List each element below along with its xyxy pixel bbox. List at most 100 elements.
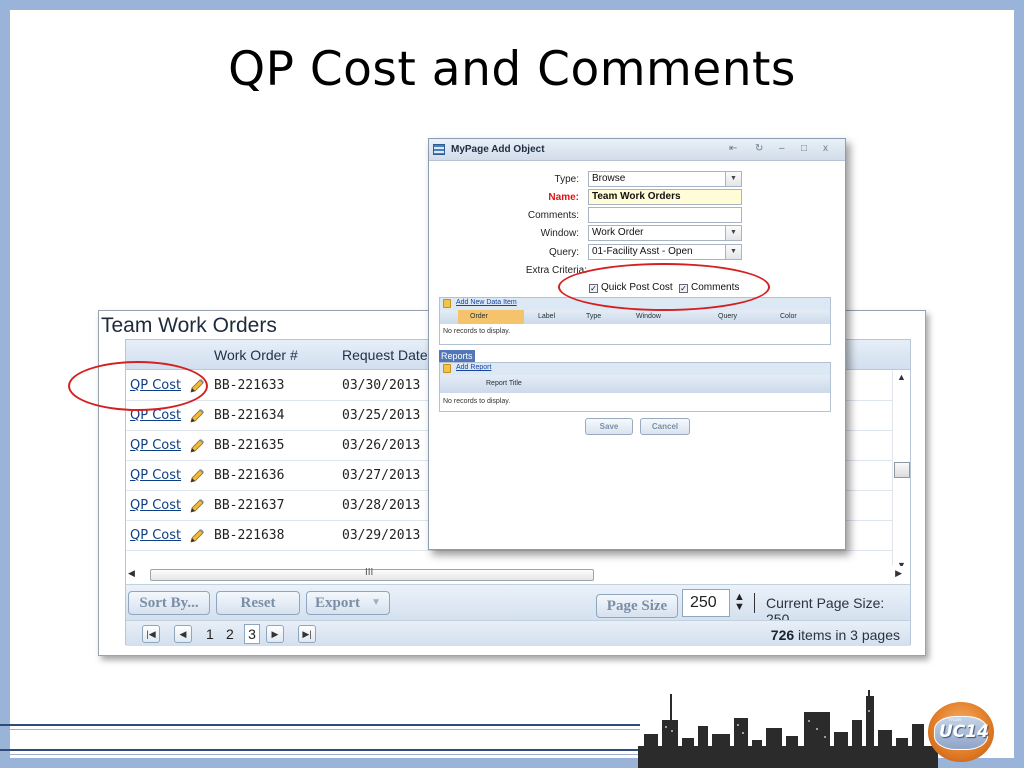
page-size-input[interactable]: 250 bbox=[682, 589, 730, 617]
sort-by-button[interactable]: Sort By... bbox=[128, 591, 210, 615]
footer-rule bbox=[0, 754, 640, 755]
edit-pencil-icon[interactable] bbox=[188, 527, 206, 545]
reports-label: Reports bbox=[439, 350, 475, 362]
window-select[interactable]: Work Order ▼ bbox=[588, 225, 742, 241]
window-label: Window: bbox=[540, 228, 579, 239]
scroll-left-arrow-icon[interactable]: ◀ bbox=[128, 568, 135, 579]
chevron-down-icon[interactable]: ▼ bbox=[725, 245, 741, 259]
reports-header: Report Title bbox=[440, 375, 830, 393]
work-order-number: BB-221633 bbox=[214, 378, 285, 393]
grid-object-icon bbox=[433, 144, 445, 155]
chevron-down-icon[interactable]: ▼ bbox=[725, 172, 741, 186]
horizontal-scroll-thumb[interactable]: III bbox=[150, 567, 594, 581]
add-report-link[interactable]: Add Report bbox=[456, 364, 491, 371]
items-text: items in 3 pages bbox=[794, 627, 900, 643]
maximize-icon[interactable]: □ bbox=[801, 143, 807, 154]
highlight-ellipse-qp-cost bbox=[68, 361, 208, 411]
edit-pencil-icon[interactable] bbox=[188, 407, 206, 425]
column-header-window[interactable]: Window bbox=[636, 313, 661, 320]
work-order-number: BB-221634 bbox=[214, 408, 285, 423]
comments-field[interactable] bbox=[588, 207, 742, 223]
toolbar-separator bbox=[754, 593, 755, 613]
qp-cost-link[interactable]: QP Cost bbox=[130, 468, 181, 483]
no-records-text: No records to display. bbox=[443, 328, 511, 335]
scroll-up-arrow-icon[interactable]: ▲ bbox=[897, 372, 906, 382]
items-count: 726 bbox=[770, 627, 795, 643]
pin-icon[interactable]: ⇤ bbox=[729, 143, 737, 154]
type-label: Type: bbox=[554, 174, 579, 185]
add-item-icon[interactable] bbox=[443, 299, 451, 308]
reports-grid: Add Report Report Title No records to di… bbox=[439, 362, 831, 412]
add-report-icon[interactable] bbox=[443, 364, 451, 373]
uc14-logo: TYLER UC14 bbox=[928, 702, 994, 762]
edit-pencil-icon[interactable] bbox=[188, 497, 206, 515]
close-icon[interactable]: x bbox=[823, 143, 828, 154]
edit-pencil-icon[interactable] bbox=[188, 467, 206, 485]
extra-criteria-label: Extra Criteria: bbox=[525, 265, 587, 276]
vertical-scrollbar[interactable]: ▲ ▼ bbox=[892, 370, 910, 572]
prev-page-icon[interactable]: ◀ bbox=[174, 625, 192, 643]
minimize-icon[interactable]: – bbox=[779, 143, 785, 154]
column-header-order[interactable]: Order bbox=[458, 310, 524, 324]
dialog-title: MyPage Add Object bbox=[451, 144, 545, 155]
column-header-request-date[interactable]: Request Date bbox=[342, 347, 428, 363]
comments-label: Comments: bbox=[527, 210, 579, 221]
page-size-button[interactable]: Page Size bbox=[596, 594, 678, 618]
dialog-titlebar: MyPage Add Object ⇤ ↻ – □ x bbox=[429, 139, 845, 161]
current-page-number[interactable]: 3 bbox=[244, 624, 260, 644]
mypage-add-object-dialog: MyPage Add Object ⇤ ↻ – □ x Type: Browse… bbox=[428, 138, 846, 550]
qp-cost-link[interactable]: QP Cost bbox=[130, 498, 181, 513]
export-dropdown-icon: ▼ bbox=[371, 597, 381, 608]
work-order-number: BB-221636 bbox=[214, 468, 285, 483]
footer-rule bbox=[0, 729, 640, 730]
page-number[interactable]: 2 bbox=[226, 626, 234, 642]
query-label: Query: bbox=[548, 247, 579, 258]
query-select[interactable]: 01-Facility Asst - Open ▼ bbox=[588, 244, 742, 260]
query-value: 01-Facility Asst - Open bbox=[592, 246, 693, 257]
highlight-ellipse-checkboxes bbox=[558, 263, 770, 311]
cancel-button[interactable]: Cancel bbox=[640, 418, 690, 435]
next-page-icon[interactable]: ▶ bbox=[266, 625, 284, 643]
edit-pencil-icon[interactable] bbox=[188, 437, 206, 455]
column-header-report-title[interactable]: Report Title bbox=[486, 380, 522, 387]
horizontal-scrollbar[interactable]: ◀ III ▶ bbox=[126, 566, 910, 584]
page-size-spinner-icon[interactable]: ▲ ▼ bbox=[734, 592, 745, 613]
name-field[interactable]: Team Work Orders bbox=[588, 189, 742, 205]
work-order-number: BB-221638 bbox=[214, 528, 285, 543]
reports-toolbar: Add Report bbox=[440, 363, 830, 375]
work-order-number: BB-221637 bbox=[214, 498, 285, 513]
vertical-scroll-thumb[interactable] bbox=[894, 462, 910, 478]
work-order-number: BB-221635 bbox=[214, 438, 285, 453]
window-value: Work Order bbox=[592, 227, 644, 238]
grid-toolbar: Sort By... Reset Export ▼ Page Size 250 … bbox=[126, 584, 910, 627]
scroll-right-arrow-icon[interactable]: ▶ bbox=[895, 568, 902, 579]
column-header-query[interactable]: Query bbox=[718, 313, 737, 320]
refresh-icon[interactable]: ↻ bbox=[755, 143, 763, 154]
save-button[interactable]: Save bbox=[585, 418, 633, 435]
add-new-data-item-link[interactable]: Add New Data Item bbox=[456, 299, 517, 306]
qp-cost-link[interactable]: QP Cost bbox=[130, 438, 181, 453]
qp-cost-link[interactable]: QP Cost bbox=[130, 528, 181, 543]
page-number[interactable]: 1 bbox=[206, 626, 214, 642]
slide-title: QP Cost and Comments bbox=[228, 42, 796, 97]
name-label: Name: bbox=[548, 192, 579, 203]
no-records-text: No records to display. bbox=[443, 398, 511, 405]
grid-title: Team Work Orders bbox=[101, 314, 277, 337]
footer-rule bbox=[0, 724, 640, 726]
footer-rule bbox=[0, 749, 640, 751]
reset-button[interactable]: Reset bbox=[216, 591, 300, 615]
column-header-type[interactable]: Type bbox=[586, 313, 601, 320]
export-label: Export bbox=[315, 595, 360, 611]
first-page-icon[interactable]: |◀ bbox=[142, 625, 160, 643]
column-header-label[interactable]: Label bbox=[538, 313, 555, 320]
export-button[interactable]: Export ▼ bbox=[306, 591, 390, 615]
data-items-header: Order Label Type Window Query Color bbox=[440, 310, 830, 324]
scroll-grip: III bbox=[365, 567, 374, 578]
type-select[interactable]: Browse ▼ bbox=[588, 171, 742, 187]
last-page-icon[interactable]: ▶| bbox=[298, 625, 316, 643]
city-skyline-logo bbox=[638, 690, 938, 768]
chevron-down-icon[interactable]: ▼ bbox=[725, 226, 741, 240]
column-header-color[interactable]: Color bbox=[780, 313, 797, 320]
items-count-info: 726 items in 3 pages bbox=[771, 627, 900, 643]
column-header-work-order[interactable]: Work Order # bbox=[214, 347, 298, 363]
